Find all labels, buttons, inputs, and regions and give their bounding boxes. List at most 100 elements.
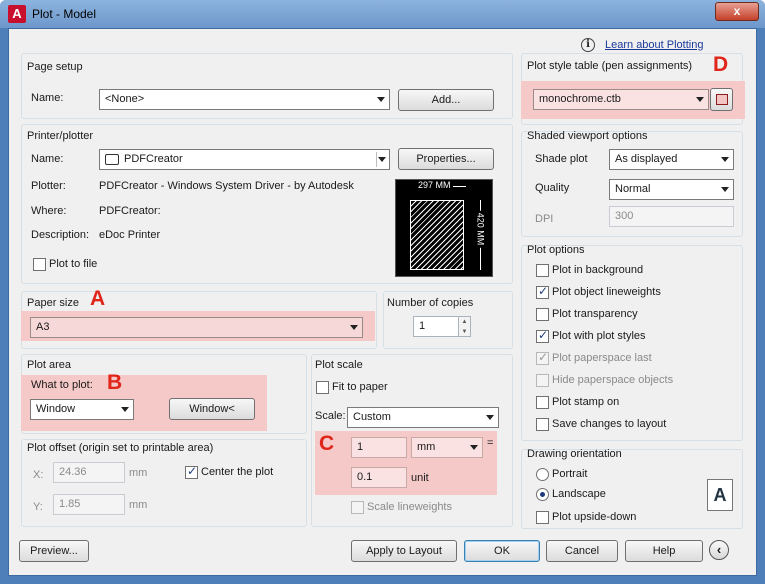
title-bar[interactable]: A Plot - Model x	[0, 0, 765, 28]
window-select-button[interactable]: Window<	[169, 398, 255, 420]
scale-unit-dropdown[interactable]: mm	[411, 437, 483, 458]
page-setup-name-value: <None>	[105, 93, 145, 105]
offset-x-input[interactable]: 24.36	[53, 462, 125, 483]
apply-to-layout-button[interactable]: Apply to Layout	[351, 540, 457, 562]
printer-name-label: Name:	[31, 153, 64, 165]
edit-plot-style-button[interactable]	[710, 88, 733, 111]
annotation-a: A	[90, 287, 106, 310]
dpi-input[interactable]: 300	[609, 206, 734, 227]
where-label: Where:	[31, 205, 67, 217]
offset-x-unit: mm	[129, 467, 148, 479]
scale-unit-value: mm	[417, 441, 436, 453]
landscape-label: Landscape	[552, 488, 606, 500]
printer-properties-button[interactable]: Properties...	[398, 148, 494, 170]
printer-icon	[105, 154, 119, 165]
autocad-app-icon: A	[8, 5, 26, 23]
annotation-c: C	[319, 432, 335, 455]
fit-to-paper-checkbox[interactable]	[316, 381, 329, 394]
plot-scale-legend: Plot scale	[315, 359, 363, 371]
help-button[interactable]: Help	[625, 540, 703, 562]
plot-option-checkbox-5[interactable]	[536, 350, 549, 365]
drawing-orientation-legend: Drawing orientation	[527, 448, 622, 460]
chevron-down-icon	[470, 445, 478, 450]
chevron-down-icon	[378, 157, 386, 162]
learn-about-plotting-link[interactable]: Learn about Plotting	[605, 39, 703, 51]
fit-to-paper-label: Fit to paper	[332, 381, 388, 393]
add-page-setup-button[interactable]: Add...	[398, 89, 494, 111]
plot-option-label-8: Save changes to layout	[552, 418, 667, 430]
plot-option-label-1: Plot in background	[552, 264, 644, 276]
page-setup-name-dropdown[interactable]: <None>	[99, 89, 390, 110]
quality-value: Normal	[615, 183, 651, 195]
cancel-button[interactable]: Cancel	[546, 540, 618, 562]
landscape-orientation-icon: A	[707, 479, 733, 511]
chevron-down-icon	[121, 407, 129, 412]
spin-up-icon[interactable]: ▲	[459, 317, 470, 327]
where-value: PDFCreator:	[99, 205, 161, 217]
close-button[interactable]: x	[715, 2, 759, 21]
plot-option-label-2: Plot object lineweights	[552, 286, 661, 298]
portrait-radio[interactable]	[536, 468, 549, 481]
shade-plot-dropdown[interactable]: As displayed	[609, 149, 734, 170]
plot-option-label-3: Plot transparency	[552, 308, 638, 320]
shade-plot-label: Shade plot	[535, 153, 588, 165]
shade-plot-value: As displayed	[615, 153, 678, 165]
spin-down-icon[interactable]: ▼	[459, 327, 470, 337]
scale-value1-input[interactable]: 1	[351, 437, 407, 458]
description-value: eDoc Printer	[99, 229, 161, 241]
copies-spinner[interactable]: ▲ ▼	[458, 316, 471, 337]
paper-preview: 297 MM 420 MM	[395, 179, 493, 277]
copies-input[interactable]: 1	[413, 316, 459, 337]
scale-value: Custom	[353, 411, 391, 423]
ok-button[interactable]: OK	[464, 540, 540, 562]
plotter-value: PDFCreator - Windows System Driver - by …	[99, 180, 354, 192]
plot-option-label-7: Plot stamp on	[552, 396, 620, 408]
plot-upside-down-checkbox[interactable]	[536, 511, 549, 524]
offset-y-input[interactable]: 1.85	[53, 494, 125, 515]
offset-y-unit: mm	[129, 499, 148, 511]
printer-name-dropdown[interactable]: PDFCreator	[99, 149, 390, 170]
plot-option-checkbox-7[interactable]	[536, 396, 549, 409]
paper-size-dropdown[interactable]: A3	[30, 317, 363, 338]
quality-dropdown[interactable]: Normal	[609, 179, 734, 200]
plot-option-label-6: Hide paperspace objects	[552, 374, 674, 386]
page-setup-name-label: Name:	[31, 92, 64, 104]
what-to-plot-label: What to plot:	[31, 379, 93, 391]
offset-x-label: X:	[33, 469, 44, 481]
center-plot-label: Center the plot	[201, 466, 274, 478]
scale-dropdown[interactable]: Custom	[347, 407, 499, 428]
scale-value2-input[interactable]: 0.1	[351, 467, 407, 488]
scale-unit2-label: unit	[411, 472, 429, 484]
plot-style-dropdown[interactable]: monochrome.ctb	[533, 89, 709, 110]
plot-option-checkbox-3[interactable]	[536, 308, 549, 321]
shaded-viewport-legend: Shaded viewport options	[527, 130, 648, 142]
plot-option-checkbox-1[interactable]	[536, 264, 549, 277]
portrait-label: Portrait	[552, 468, 588, 480]
annotation-b: B	[107, 371, 123, 394]
edit-table-icon	[716, 94, 728, 105]
what-to-plot-value: Window	[36, 403, 76, 415]
scale-label: Scale:	[315, 410, 346, 422]
plot-to-file-checkbox[interactable]	[33, 258, 46, 271]
preview-height-label: 420 MM	[475, 210, 486, 248]
center-plot-checkbox[interactable]	[185, 464, 198, 479]
chevron-down-icon	[350, 325, 358, 330]
scale-lineweights-checkbox[interactable]	[351, 501, 364, 514]
quality-label: Quality	[535, 182, 570, 194]
plot-option-checkbox-8[interactable]	[536, 418, 549, 431]
plot-option-checkbox-2[interactable]	[536, 284, 549, 299]
plot-option-checkbox-4[interactable]	[536, 328, 549, 343]
preview-button[interactable]: Preview...	[19, 540, 89, 562]
window-title: Plot - Model	[32, 7, 97, 21]
plot-dialog-window: A Plot - Model x Page setup Name: <None>…	[0, 0, 765, 584]
plot-upside-down-label: Plot upside-down	[552, 511, 637, 523]
page-setup-legend: Page setup	[27, 61, 83, 73]
collapse-options-icon[interactable]: ‹	[709, 540, 729, 560]
what-to-plot-dropdown[interactable]: Window	[30, 399, 134, 420]
plot-style-value: monochrome.ctb	[539, 93, 621, 105]
printer-name-value: PDFCreator	[124, 153, 183, 165]
printer-plotter-legend: Printer/plotter	[27, 130, 94, 142]
plot-option-checkbox-6[interactable]	[536, 374, 549, 387]
chevron-down-icon	[721, 157, 729, 162]
landscape-radio[interactable]	[536, 488, 549, 501]
